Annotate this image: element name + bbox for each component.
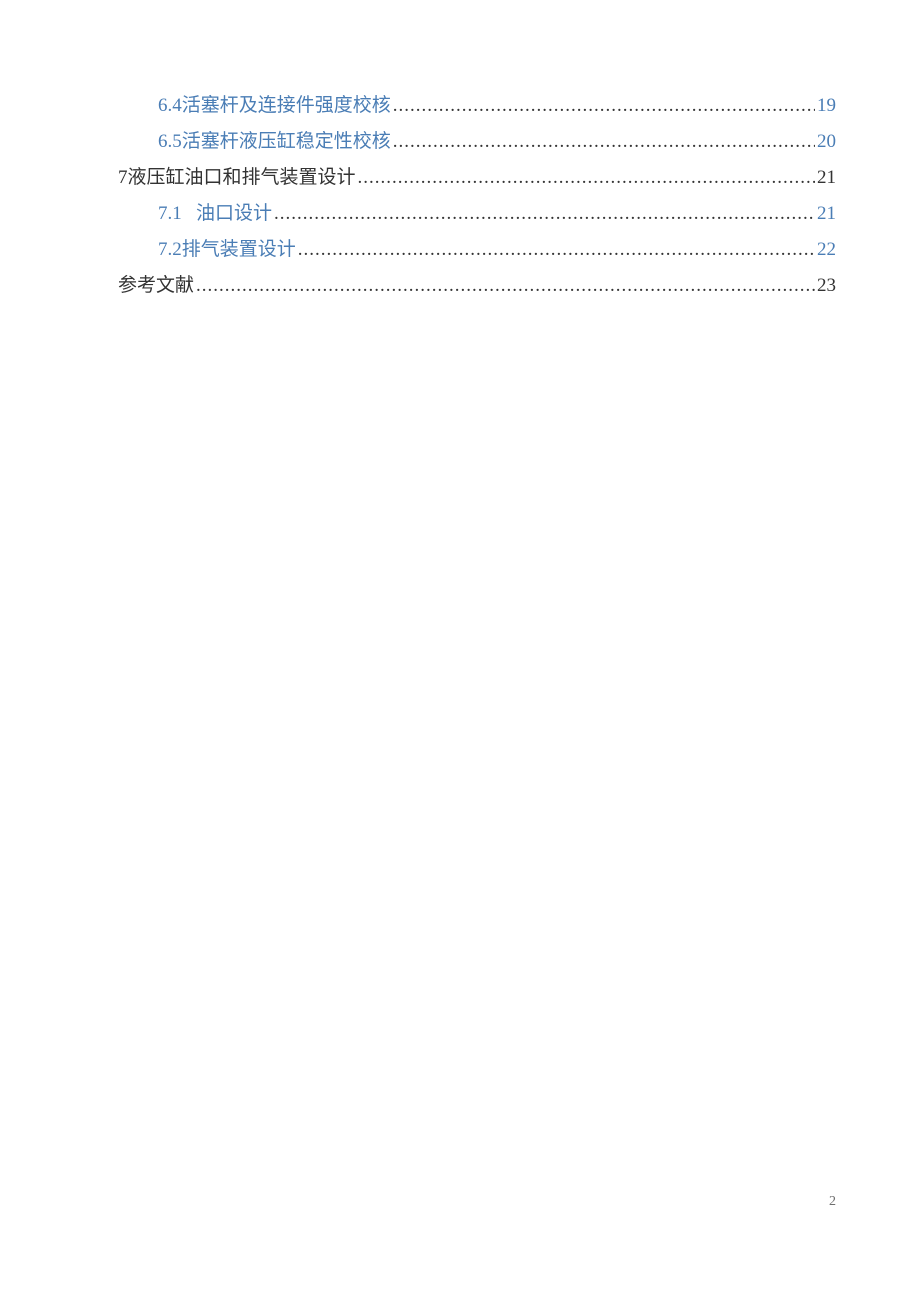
toc-title: 液压缸油口和排气装置设计 [128, 160, 356, 196]
toc-leader-dots [393, 88, 815, 124]
toc-page-number: 23 [817, 268, 836, 304]
toc-leader-dots [196, 268, 815, 304]
toc-page-number: 21 [817, 196, 836, 232]
toc-title: 排气装置设计 [182, 232, 296, 268]
toc-number: 7.1 [158, 196, 196, 232]
toc-entry[interactable]: 参考文献 23 [118, 268, 836, 304]
toc-leader-dots [393, 124, 815, 160]
toc-title: 活塞杆及连接件强度校核 [182, 88, 391, 124]
toc-page-number: 21 [817, 160, 836, 196]
toc-number: 6.4 [158, 88, 182, 124]
toc-entry[interactable]: 7 液压缸油口和排气装置设计 21 [118, 160, 836, 196]
toc-entry[interactable]: 6.4 活塞杆及连接件强度校核 19 [118, 88, 836, 124]
toc-leader-dots [298, 232, 815, 268]
toc-entry[interactable]: 6.5 活塞杆液压缸稳定性校核 20 [118, 124, 836, 160]
toc-title: 油口设计 [196, 196, 272, 232]
toc-number: 7 [118, 160, 128, 196]
toc-page-number: 19 [817, 88, 836, 124]
toc-entry[interactable]: 7.2 排气装置设计 22 [118, 232, 836, 268]
toc-number: 6.5 [158, 124, 182, 160]
toc-title: 活塞杆液压缸稳定性校核 [182, 124, 391, 160]
toc-leader-dots [274, 196, 815, 232]
toc-page-number: 22 [817, 232, 836, 268]
toc-leader-dots [358, 160, 815, 196]
toc-page-number: 20 [817, 124, 836, 160]
footer-page-number: 2 [829, 1194, 836, 1210]
toc-number: 7.2 [158, 232, 182, 268]
toc-title: 参考文献 [118, 268, 194, 304]
document-page: 6.4 活塞杆及连接件强度校核 19 6.5 活塞杆液压缸稳定性校核 20 7 … [0, 0, 920, 305]
toc-entry[interactable]: 7.1 油口设计 21 [118, 196, 836, 232]
